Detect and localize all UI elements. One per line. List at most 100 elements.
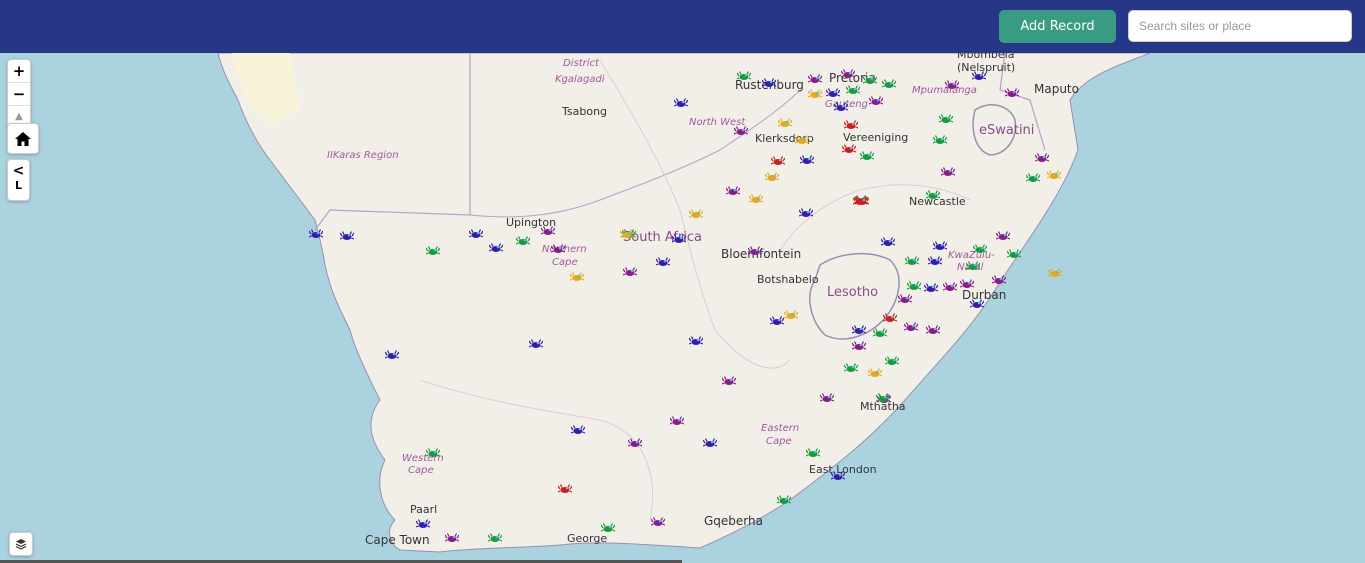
site-marker-green[interactable] bbox=[972, 241, 988, 253]
site-marker-purple[interactable] bbox=[550, 241, 566, 253]
site-marker-green[interactable] bbox=[776, 492, 792, 504]
site-marker-purple[interactable] bbox=[944, 77, 960, 89]
site-marker-blue[interactable] bbox=[927, 253, 943, 265]
site-marker-yellow[interactable] bbox=[748, 191, 764, 203]
site-marker-green[interactable] bbox=[965, 258, 981, 270]
site-marker-green[interactable] bbox=[932, 132, 948, 144]
site-marker-purple[interactable] bbox=[627, 435, 643, 447]
site-marker-blue[interactable] bbox=[384, 347, 400, 359]
site-marker-purple[interactable] bbox=[925, 322, 941, 334]
site-marker-yellow[interactable] bbox=[867, 365, 883, 377]
site-marker-purple[interactable] bbox=[1004, 85, 1020, 97]
site-marker-green[interactable] bbox=[845, 82, 861, 94]
site-marker-green[interactable] bbox=[425, 243, 441, 255]
site-marker-yellow[interactable] bbox=[569, 269, 585, 281]
site-marker-green[interactable] bbox=[884, 353, 900, 365]
site-marker-purple[interactable] bbox=[991, 272, 1007, 284]
site-marker-blue[interactable] bbox=[688, 333, 704, 345]
site-marker-purple[interactable] bbox=[650, 514, 666, 526]
zoom-in-button[interactable]: + bbox=[8, 60, 30, 83]
site-marker-blue[interactable] bbox=[570, 422, 586, 434]
site-marker-green[interactable] bbox=[425, 445, 441, 457]
site-marker-purple[interactable] bbox=[851, 338, 867, 350]
site-marker-yellow[interactable] bbox=[777, 115, 793, 127]
site-marker-red[interactable] bbox=[557, 481, 573, 493]
site-marker-purple[interactable] bbox=[819, 390, 835, 402]
map-canvas[interactable]: Kgalagadi District Tsabong North West Ru… bbox=[0, 53, 1365, 563]
site-marker-purple[interactable] bbox=[897, 291, 913, 303]
site-marker-red[interactable] bbox=[843, 117, 859, 129]
site-marker-green[interactable] bbox=[875, 390, 891, 402]
site-marker-purple[interactable] bbox=[995, 228, 1011, 240]
site-marker-purple[interactable] bbox=[942, 279, 958, 291]
site-marker-purple[interactable] bbox=[940, 164, 956, 176]
site-marker-green[interactable] bbox=[843, 360, 859, 372]
site-marker-yellow[interactable] bbox=[783, 307, 799, 319]
site-marker-blue[interactable] bbox=[415, 516, 431, 528]
site-marker-blue[interactable] bbox=[468, 226, 484, 238]
site-marker-purple[interactable] bbox=[1034, 150, 1050, 162]
site-marker-green[interactable] bbox=[600, 520, 616, 532]
site-marker-blue[interactable] bbox=[799, 152, 815, 164]
site-marker-blue[interactable] bbox=[673, 95, 689, 107]
site-marker-blue[interactable] bbox=[830, 468, 846, 480]
zoom-out-button[interactable]: − bbox=[8, 83, 30, 106]
site-marker-blue[interactable] bbox=[528, 336, 544, 348]
site-marker-yellow[interactable] bbox=[688, 206, 704, 218]
site-marker-purple[interactable] bbox=[725, 183, 741, 195]
site-marker-purple[interactable] bbox=[747, 243, 763, 255]
site-marker-green[interactable] bbox=[1006, 246, 1022, 258]
site-marker-yellow[interactable] bbox=[1046, 167, 1062, 179]
site-marker-purple[interactable] bbox=[868, 93, 884, 105]
site-marker-blue[interactable] bbox=[769, 313, 785, 325]
site-marker-blue[interactable] bbox=[969, 296, 985, 308]
site-marker-red[interactable] bbox=[882, 310, 898, 322]
site-marker-purple[interactable] bbox=[622, 264, 638, 276]
site-marker-purple[interactable] bbox=[540, 223, 556, 235]
site-marker-purple[interactable] bbox=[959, 276, 975, 288]
site-marker-red[interactable] bbox=[854, 193, 870, 205]
site-marker-blue[interactable] bbox=[851, 322, 867, 334]
site-marker-blue[interactable] bbox=[932, 238, 948, 250]
site-marker-purple[interactable] bbox=[903, 319, 919, 331]
site-marker-blue[interactable] bbox=[671, 231, 687, 243]
site-marker-green[interactable] bbox=[859, 148, 875, 160]
site-marker-blue[interactable] bbox=[923, 280, 939, 292]
site-marker-purple[interactable] bbox=[669, 413, 685, 425]
site-marker-purple[interactable] bbox=[807, 71, 823, 83]
site-marker-green[interactable] bbox=[487, 530, 503, 542]
site-marker-blue[interactable] bbox=[825, 85, 841, 97]
site-marker-blue[interactable] bbox=[971, 68, 987, 80]
site-marker-blue[interactable] bbox=[833, 99, 849, 111]
add-record-button[interactable]: Add Record bbox=[999, 10, 1116, 43]
site-marker-green[interactable] bbox=[925, 187, 941, 199]
site-marker-blue[interactable] bbox=[308, 226, 324, 238]
site-marker-green[interactable] bbox=[515, 233, 531, 245]
site-marker-green[interactable] bbox=[881, 76, 897, 88]
site-marker-green[interactable] bbox=[862, 72, 878, 84]
site-marker-green[interactable] bbox=[906, 278, 922, 290]
site-marker-green[interactable] bbox=[938, 111, 954, 123]
site-marker-green[interactable] bbox=[1025, 170, 1041, 182]
side-panel-toggle[interactable]: < L bbox=[7, 159, 30, 201]
site-marker-red[interactable] bbox=[841, 141, 857, 153]
site-marker-blue[interactable] bbox=[655, 254, 671, 266]
site-marker-green[interactable] bbox=[736, 68, 752, 80]
site-marker-blue[interactable] bbox=[339, 228, 355, 240]
site-marker-yellow[interactable] bbox=[807, 86, 823, 98]
search-input[interactable] bbox=[1128, 10, 1352, 42]
home-button[interactable] bbox=[7, 123, 39, 154]
site-marker-purple[interactable] bbox=[733, 123, 749, 135]
site-marker-yellow[interactable] bbox=[619, 226, 635, 238]
site-marker-yellow[interactable] bbox=[794, 132, 810, 144]
site-marker-red[interactable] bbox=[770, 153, 786, 165]
site-marker-blue[interactable] bbox=[880, 234, 896, 246]
site-marker-green[interactable] bbox=[805, 445, 821, 457]
site-marker-purple[interactable] bbox=[444, 530, 460, 542]
site-marker-purple[interactable] bbox=[721, 373, 737, 385]
site-marker-blue[interactable] bbox=[761, 75, 777, 87]
site-marker-blue[interactable] bbox=[798, 205, 814, 217]
layers-button[interactable] bbox=[9, 532, 33, 556]
site-marker-green[interactable] bbox=[872, 325, 888, 337]
site-marker-blue[interactable] bbox=[702, 435, 718, 447]
